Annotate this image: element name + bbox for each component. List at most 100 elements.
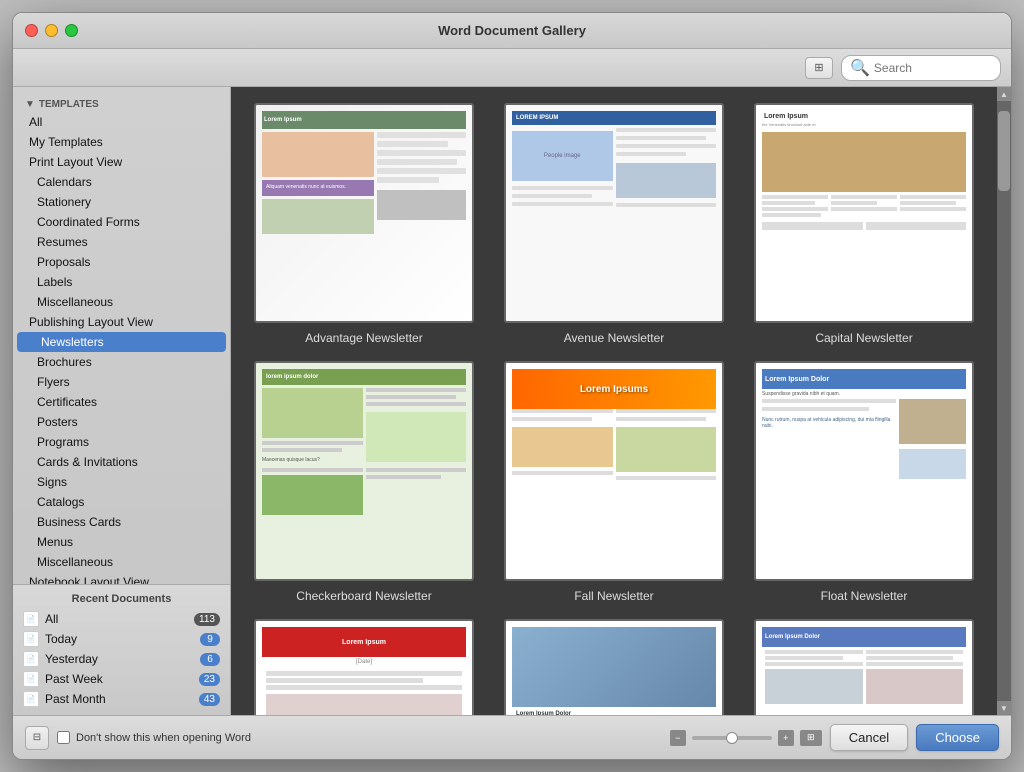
template-preview-advantage[interactable]: Lorem Ipsum Aliquam venenatis nunc at eu… — [254, 103, 474, 323]
scroll-thumb[interactable] — [998, 111, 1010, 191]
zoom-area: − + ⊞ — [670, 730, 822, 746]
recent-item-past-week[interactable]: 📄 Past Week 23 — [13, 669, 230, 689]
view-icon-button[interactable]: ⊞ — [805, 57, 833, 79]
sidebar-item-programs[interactable]: Programs — [13, 432, 230, 452]
template-advantage[interactable]: Lorem Ipsum Aliquam venenatis nunc at eu… — [247, 103, 481, 345]
sidebar-item-business-cards[interactable]: Business Cards — [13, 512, 230, 532]
template-bottom-2[interactable]: Lorem Ipsum Dolor — [497, 619, 731, 715]
search-input[interactable] — [874, 61, 992, 75]
recent-count-past-week: 23 — [199, 673, 220, 686]
window-controls — [25, 24, 78, 37]
choose-button[interactable]: Choose — [916, 724, 999, 751]
template-preview-bottom-3[interactable]: Lorem Ipsum Dolor — [754, 619, 974, 715]
search-box[interactable]: 🔍 — [841, 55, 1001, 81]
main-content: ▼ TEMPLATES All My Templates Print Layou… — [13, 87, 1011, 715]
template-preview-bottom-2[interactable]: Lorem Ipsum Dolor — [504, 619, 724, 715]
bottom-bar: ⊟ Don't show this when opening Word − + … — [13, 715, 1011, 759]
recent-icon-today: 📄 — [23, 631, 39, 647]
template-label-avenue: Avenue Newsletter — [564, 331, 665, 345]
recent-count-past-month: 43 — [199, 693, 220, 706]
content-wrapper: Lorem Ipsum Aliquam venenatis nunc at eu… — [231, 87, 1011, 715]
minimize-button[interactable] — [45, 24, 58, 37]
toolbar: ⊞ 🔍 — [13, 49, 1011, 87]
sidebar-item-brochures[interactable]: Brochures — [13, 352, 230, 372]
sidebar-item-catalogs[interactable]: Catalogs — [13, 492, 230, 512]
sidebar-item-signs[interactable]: Signs — [13, 472, 230, 492]
window-icon: ⊟ — [33, 732, 41, 743]
sidebar-item-stationery[interactable]: Stationery — [13, 192, 230, 212]
sidebar-item-publishing-layout[interactable]: Publishing Layout View — [13, 312, 230, 332]
sidebar-item-misc1[interactable]: Miscellaneous — [13, 292, 230, 312]
recent-label-yesterday: Yesterday — [45, 652, 200, 666]
sidebar-item-coordinated-forms[interactable]: Coordinated Forms — [13, 212, 230, 232]
template-preview-float[interactable]: Lorem Ipsum Dolor Suspendisse gravida ni… — [754, 361, 974, 581]
recent-item-past-month[interactable]: 📄 Past Month 43 — [13, 689, 230, 709]
search-icon: 🔍 — [850, 58, 870, 78]
dialog-window: Word Document Gallery ⊞ 🔍 ▼ TEMPLATES Al… — [12, 12, 1012, 760]
title-bar: Word Document Gallery — [13, 13, 1011, 49]
sidebar-nav: ▼ TEMPLATES All My Templates Print Layou… — [13, 87, 230, 584]
sidebar-item-proposals[interactable]: Proposals — [13, 252, 230, 272]
template-label-float: Float Newsletter — [821, 589, 908, 603]
sidebar-item-notebook-layout[interactable]: Notebook Layout View — [13, 572, 230, 584]
sidebar-item-my-templates[interactable]: My Templates — [13, 132, 230, 152]
scroll-down[interactable]: ▼ — [997, 701, 1011, 715]
template-label-checkerboard: Checkerboard Newsletter — [296, 589, 431, 603]
zoom-out-icon[interactable]: − — [670, 730, 686, 746]
template-avenue[interactable]: LOREM IPSUM People image — [497, 103, 731, 345]
recent-count-yesterday: 6 — [200, 653, 220, 666]
template-float[interactable]: Lorem Ipsum Dolor Suspendisse gravida ni… — [747, 361, 981, 603]
template-label-capital: Capital Newsletter — [815, 331, 912, 345]
recent-icon: 📄 — [23, 611, 39, 627]
template-preview-capital[interactable]: Lorem Ipsum the Venenatis tincidunt ante… — [754, 103, 974, 323]
recent-icon-yesterday: 📄 — [23, 651, 39, 667]
template-bottom-1[interactable]: Lorem Ipsum [Date] — [247, 619, 481, 715]
recent-count-today: 9 — [200, 633, 220, 646]
dont-show-checkbox[interactable] — [57, 731, 70, 744]
window-title: Word Document Gallery — [438, 23, 586, 38]
sidebar-item-labels[interactable]: Labels — [13, 272, 230, 292]
scroll-track[interactable] — [997, 101, 1011, 701]
scroll-up[interactable]: ▲ — [997, 87, 1011, 101]
recent-item-all[interactable]: 📄 All 113 — [13, 609, 230, 629]
zoom-slider[interactable] — [692, 736, 772, 740]
recent-docs-panel: Recent Documents 📄 All 113 📄 Today 9 📄 Y… — [13, 584, 230, 715]
sidebar-item-flyers[interactable]: Flyers — [13, 372, 230, 392]
sidebar-item-certificates[interactable]: Certificates — [13, 392, 230, 412]
zoom-in-icon[interactable]: + — [778, 730, 794, 746]
template-checkerboard[interactable]: lorem ipsum dolor Maecenas quisque lacus… — [247, 361, 481, 603]
recent-count-all: 113 — [194, 613, 220, 626]
template-preview-fall[interactable]: Lorem Ipsums — [504, 361, 724, 581]
recent-item-yesterday[interactable]: 📄 Yesterday 6 — [13, 649, 230, 669]
sidebar-item-print-layout[interactable]: Print Layout View — [13, 152, 230, 172]
template-bottom-3[interactable]: Lorem Ipsum Dolor — [747, 619, 981, 715]
recent-icon-past-week: 📄 — [23, 671, 39, 687]
sidebar-item-newsletters[interactable]: Newsletters — [17, 332, 226, 352]
sidebar-item-posters[interactable]: Posters — [13, 412, 230, 432]
sidebar-item-all[interactable]: All — [13, 112, 230, 132]
dont-show-label[interactable]: Don't show this when opening Word — [76, 732, 251, 744]
cancel-button[interactable]: Cancel — [830, 724, 908, 751]
close-button[interactable] — [25, 24, 38, 37]
sidebar-item-cards[interactable]: Cards & Invitations — [13, 452, 230, 472]
zoom-thumb — [726, 732, 738, 744]
maximize-button[interactable] — [65, 24, 78, 37]
zoom-fit-icon[interactable]: ⊞ — [800, 730, 822, 746]
recent-label-all: All — [45, 612, 194, 626]
sidebar-item-calendars[interactable]: Calendars — [13, 172, 230, 192]
scrollbar[interactable]: ▲ ▼ — [997, 87, 1011, 715]
window-icon-button[interactable]: ⊟ — [25, 726, 49, 750]
template-preview-checkerboard[interactable]: lorem ipsum dolor Maecenas quisque lacus… — [254, 361, 474, 581]
template-preview-bottom-1[interactable]: Lorem Ipsum [Date] — [254, 619, 474, 715]
template-capital[interactable]: Lorem Ipsum the Venenatis tincidunt ante… — [747, 103, 981, 345]
template-preview-avenue[interactable]: LOREM IPSUM People image — [504, 103, 724, 323]
recent-label-today: Today — [45, 632, 200, 646]
template-label-advantage: Advantage Newsletter — [305, 331, 422, 345]
sidebar-item-resumes[interactable]: Resumes — [13, 232, 230, 252]
recent-label-past-week: Past Week — [45, 672, 199, 686]
recent-item-today[interactable]: 📄 Today 9 — [13, 629, 230, 649]
sidebar-item-menus[interactable]: Menus — [13, 532, 230, 552]
sidebar-item-misc2[interactable]: Miscellaneous — [13, 552, 230, 572]
recent-label-past-month: Past Month — [45, 692, 199, 706]
template-fall[interactable]: Lorem Ipsums — [497, 361, 731, 603]
